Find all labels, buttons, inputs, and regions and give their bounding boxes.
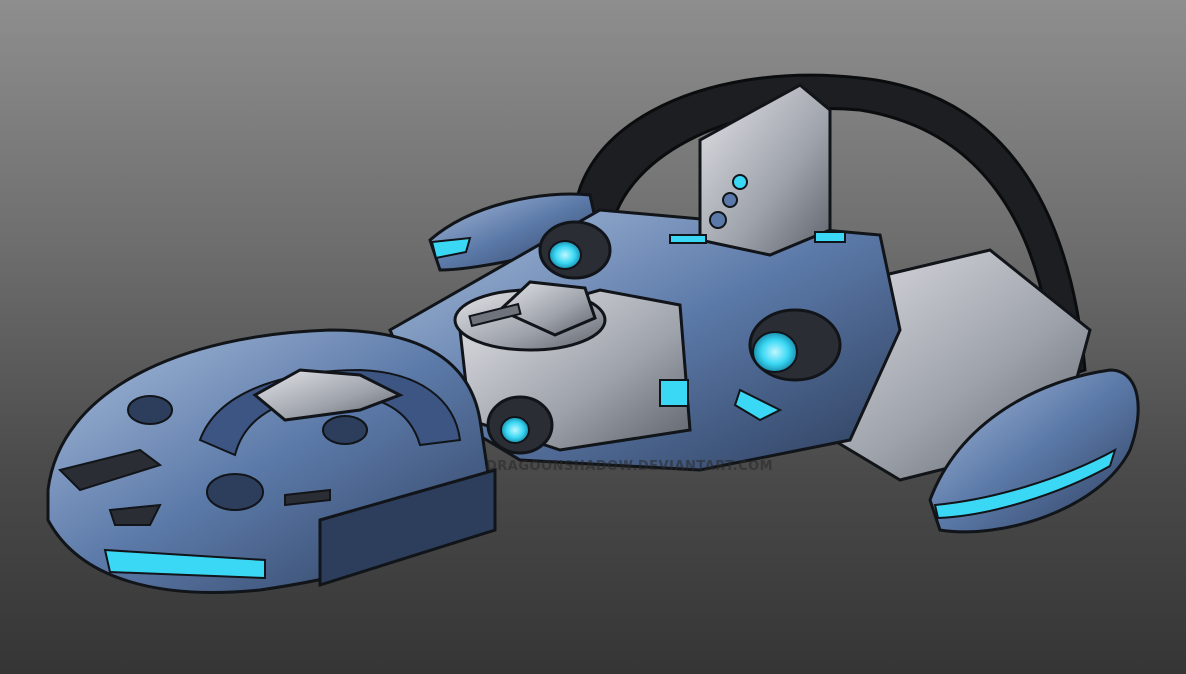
tower-light-2: [722, 192, 738, 208]
porthole-3: [206, 473, 264, 511]
artwork-canvas: DRAGOONSHADOW.DEVIANTART.COM: [0, 0, 1186, 674]
engine-pod-right: [748, 308, 842, 382]
engine-pod-upper-left: [538, 220, 612, 280]
tower-light-3: [709, 211, 727, 229]
watermark-text: DRAGOONSHADOW.DEVIANTART.COM: [486, 459, 774, 474]
tower-light-1: [732, 174, 748, 190]
porthole-1: [127, 395, 173, 425]
spaceship-illustration: [46, 73, 1140, 594]
engine-pod-lower-center: [486, 395, 554, 455]
fuselage-glow-4: [669, 234, 707, 244]
fuselage-glow-3: [814, 231, 846, 243]
porthole-2: [322, 415, 368, 445]
fuselage-glow-1: [659, 379, 689, 407]
